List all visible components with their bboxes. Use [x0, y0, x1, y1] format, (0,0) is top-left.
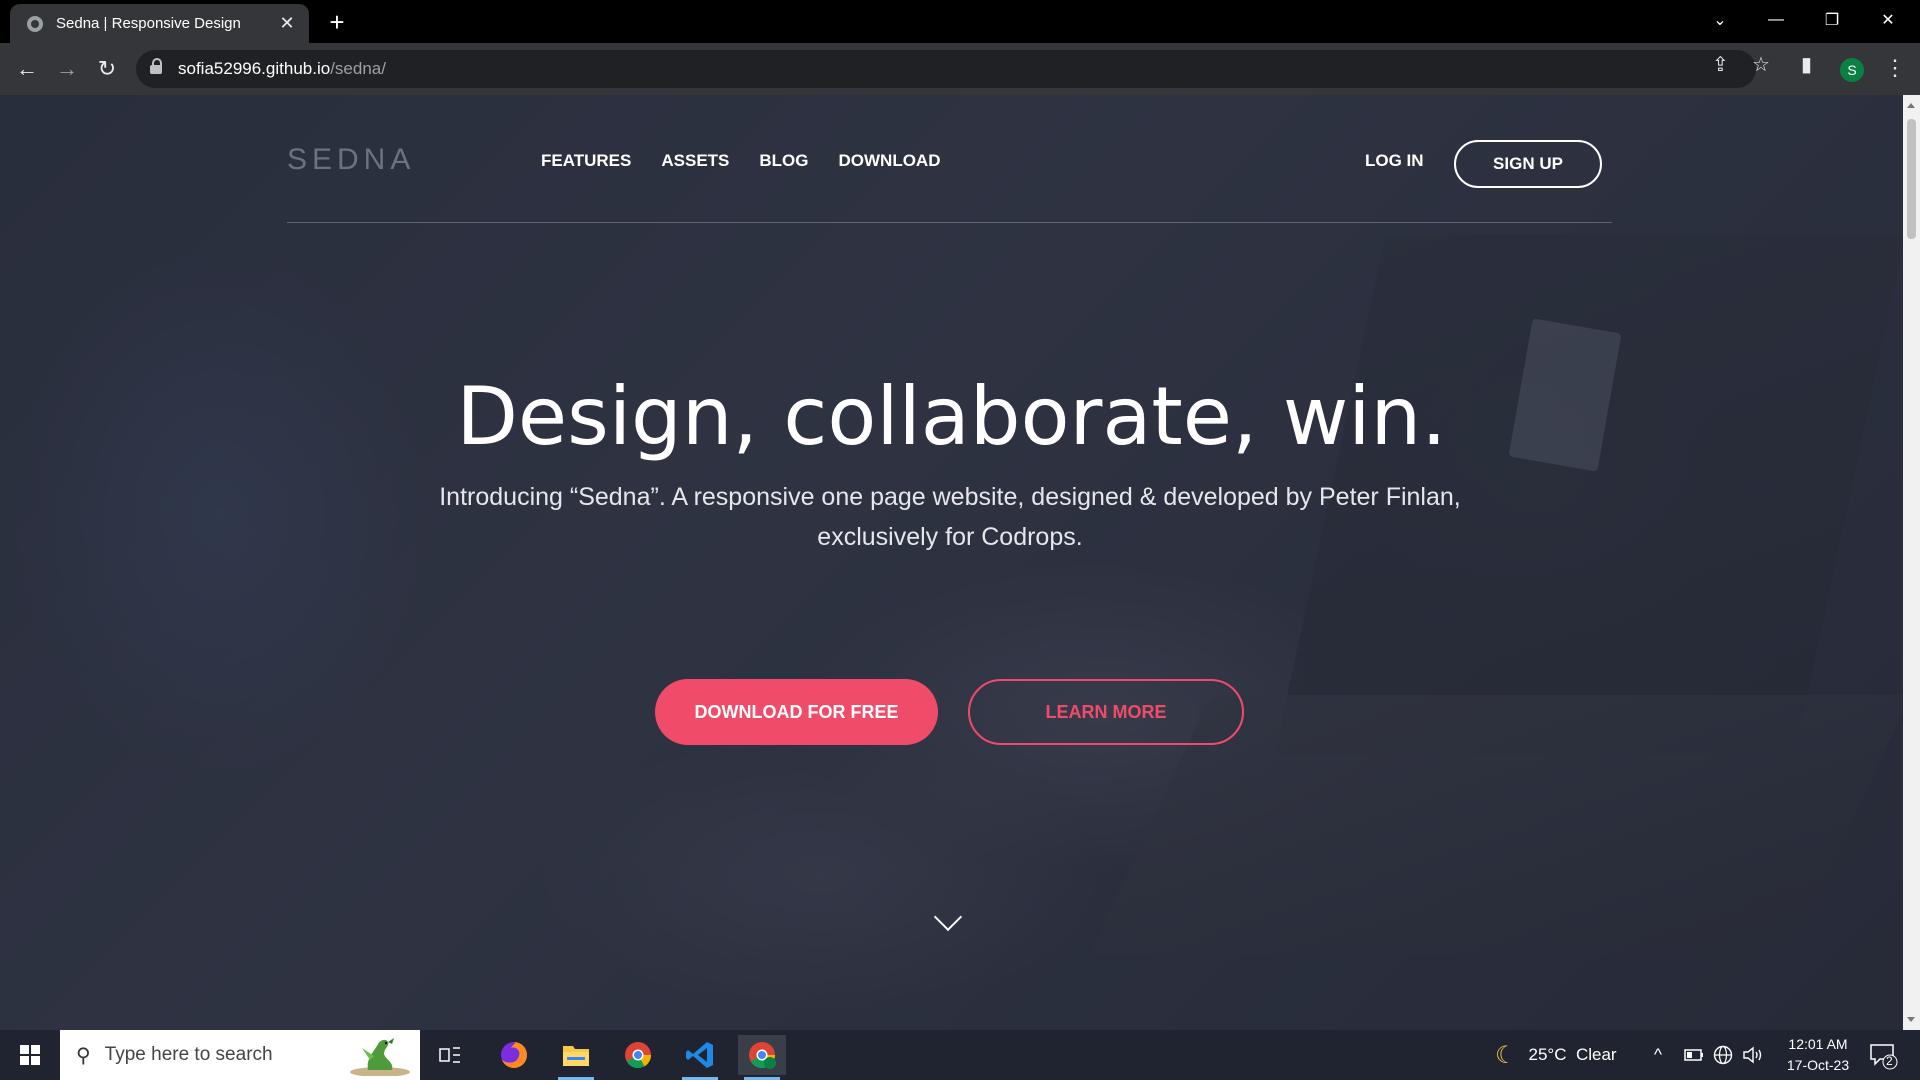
weather-text: 25°C Clear: [1528, 1045, 1617, 1064]
taskbar-search-box[interactable]: ⚲ Type here to search: [60, 1030, 420, 1080]
battery-icon[interactable]: [1684, 1030, 1704, 1080]
search-placeholder: Type here to search: [104, 1044, 273, 1065]
lock-icon[interactable]: [150, 58, 162, 75]
windows-logo-icon: [20, 1045, 40, 1065]
minimize-button[interactable]: —: [1748, 0, 1804, 40]
share-icon[interactable]: ⇪: [1712, 52, 1729, 77]
bookmark-star-icon[interactable]: ☆: [1752, 52, 1770, 77]
tab-title: Sedna | Responsive Design: [56, 15, 241, 32]
new-tab-button[interactable]: +: [322, 7, 352, 37]
search-icon: ⚲: [76, 1044, 91, 1067]
hero-headline: Design, collaborate, win.: [456, 370, 1447, 463]
system-clock[interactable]: 12:01 AM 17-Oct-23: [1768, 1034, 1868, 1076]
scroll-up-arrow-icon[interactable]: [1907, 103, 1915, 108]
page-scrollbar[interactable]: [1903, 95, 1920, 1030]
side-panel-icon[interactable]: ▮: [1801, 52, 1812, 77]
nav-download[interactable]: DOWNLOAD: [839, 151, 941, 171]
login-link[interactable]: LOG IN: [1365, 151, 1424, 171]
chrome-icon[interactable]: [614, 1035, 662, 1075]
vscode-icon[interactable]: [676, 1035, 724, 1080]
clock-time: 12:01 AM: [1788, 1036, 1848, 1052]
tab-search-chevron-icon[interactable]: ⌄: [1692, 0, 1748, 40]
reload-icon[interactable]: ↻: [91, 53, 123, 85]
header-divider: [287, 222, 1612, 223]
task-view-icon[interactable]: [426, 1035, 474, 1075]
network-globe-icon[interactable]: [1713, 1030, 1733, 1080]
clock-date: 17-Oct-23: [1786, 1057, 1850, 1073]
scrollbar-thumb[interactable]: [1907, 119, 1916, 239]
page-viewport: SEDNA FEATURES ASSETS BLOG DOWNLOAD LOG …: [0, 95, 1903, 1030]
close-window-button[interactable]: ✕: [1860, 0, 1916, 40]
browser-tab[interactable]: Sedna | Responsive Design ✕: [10, 4, 309, 43]
profile-avatar[interactable]: S: [1840, 58, 1864, 82]
signup-button[interactable]: SIGN UP: [1454, 140, 1602, 188]
file-explorer-icon[interactable]: [552, 1035, 600, 1080]
nav-features[interactable]: FEATURES: [541, 151, 631, 171]
back-arrow-icon[interactable]: ←: [11, 53, 43, 85]
hero-overlay: [0, 95, 1903, 1030]
notification-count: 2: [1886, 1054, 1893, 1068]
download-free-button[interactable]: DOWNLOAD FOR FREE: [655, 679, 938, 745]
main-nav: FEATURES ASSETS BLOG DOWNLOAD: [541, 151, 940, 171]
site-logo[interactable]: SEDNA: [287, 143, 415, 177]
moon-icon: ☾: [1495, 1041, 1517, 1069]
start-button[interactable]: [0, 1030, 60, 1080]
learn-more-button[interactable]: LEARN MORE: [968, 679, 1244, 745]
show-hidden-icons-chevron-icon[interactable]: ^: [1654, 1030, 1662, 1080]
tab-close-icon[interactable]: ✕: [275, 12, 299, 36]
weather-widget[interactable]: ☾ 25°C Clear: [1495, 1030, 1617, 1080]
url-host: sofia52996.github.io: [178, 59, 331, 78]
volume-icon[interactable]: [1742, 1030, 1764, 1080]
taskbar: ⚲ Type here to search ☾ 25°C Clear ^ 12:…: [0, 1030, 1920, 1080]
nav-assets[interactable]: ASSETS: [661, 151, 729, 171]
chrome-profile-icon[interactable]: [738, 1035, 786, 1080]
url-path: /sedna/: [330, 59, 386, 78]
browser-tab-strip: Sedna | Responsive Design ✕ + ⌄ — ❐ ✕: [0, 0, 1920, 43]
scroll-down-arrow-icon[interactable]: [1907, 1017, 1915, 1022]
browser-menu-icon[interactable]: ⋮: [1884, 55, 1906, 81]
firefox-icon[interactable]: [490, 1035, 538, 1075]
address-bar[interactable]: sofia52996.github.io/sedna/: [136, 50, 1756, 88]
nav-blog[interactable]: BLOG: [759, 151, 808, 171]
hero-subtext: Introducing “Sedna”. A responsive one pa…: [439, 483, 1461, 551]
notification-center-icon[interactable]: 2: [1868, 1040, 1898, 1070]
forward-arrow-icon[interactable]: →: [51, 53, 83, 85]
globe-icon: [27, 15, 43, 32]
restore-button[interactable]: ❐: [1804, 0, 1860, 40]
browser-toolbar: ← → ↻ sofia52996.github.io/sedna/ ⇪ ☆ ▮ …: [0, 43, 1920, 95]
dragon-illustration-icon: [350, 1038, 410, 1076]
